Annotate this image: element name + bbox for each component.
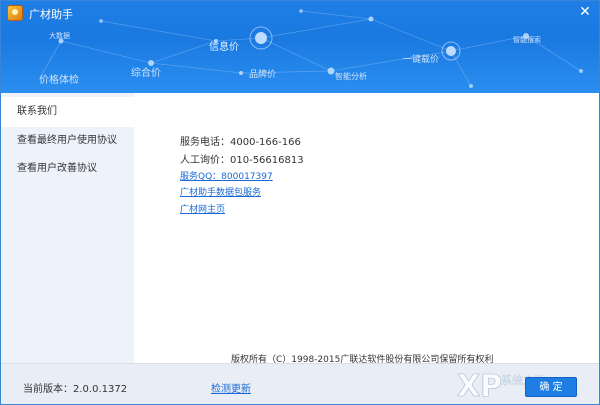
banner-tag: 智能分析 bbox=[335, 72, 367, 81]
homepage-link[interactable]: 广材网主页 bbox=[180, 202, 225, 215]
banner-tag: 智能搜索 bbox=[513, 36, 541, 44]
close-icon[interactable]: ✕ bbox=[577, 4, 593, 20]
title-bar[interactable]: 广材助手 ✕ bbox=[1, 1, 599, 25]
about-window: 大数据 信息价 价格体检 综合价 品牌价 智能分析 一键载价 智能搜索 广材助手… bbox=[0, 0, 600, 405]
banner-tag: 综合价 bbox=[131, 68, 161, 79]
ok-button[interactable]: 确 定 bbox=[525, 377, 577, 397]
sidebar-item-eula[interactable]: 查看最终用户使用协议 bbox=[1, 126, 134, 156]
svg-text:XP: XP bbox=[457, 369, 502, 404]
banner-tag: 价格体检 bbox=[39, 75, 79, 86]
banner-tag: 信息价 bbox=[209, 42, 239, 53]
contact-panel: 服务电话：4000-166-166 人工询价：010-56616813 服务QQ… bbox=[134, 93, 599, 365]
sidebar: 联系我们 查看最终用户使用协议 查看用户改善协议 bbox=[1, 93, 134, 363]
footer-bar: 当前版本：2.0.0.1372 检测更新 XP 系统之家 确 定 bbox=[1, 363, 599, 404]
banner-tag: 品牌价 bbox=[249, 70, 277, 80]
data-package-service-link[interactable]: 广材助手数据包服务 bbox=[180, 185, 261, 198]
header-banner: 大数据 信息价 价格体检 综合价 品牌价 智能分析 一键载价 智能搜索 广材助手… bbox=[1, 1, 599, 93]
manual-query-phone: 人工询价：010-56616813 bbox=[180, 155, 304, 166]
version-label: 当前版本：2.0.0.1372 bbox=[23, 384, 128, 395]
banner-tag: 大数据 bbox=[49, 32, 70, 40]
sidebar-item-contact-us[interactable]: 联系我们 bbox=[1, 97, 134, 127]
banner-tag: 一键载价 bbox=[403, 55, 440, 65]
window-title: 广材助手 bbox=[29, 8, 73, 21]
sidebar-item-improvement-agreement[interactable]: 查看用户改善协议 bbox=[1, 154, 134, 184]
service-qq-link[interactable]: 服务QQ：800017397 bbox=[180, 169, 273, 182]
service-phone: 服务电话：4000-166-166 bbox=[180, 137, 301, 148]
app-logo-icon bbox=[7, 5, 23, 21]
check-update-link[interactable]: 检测更新 bbox=[211, 380, 251, 395]
